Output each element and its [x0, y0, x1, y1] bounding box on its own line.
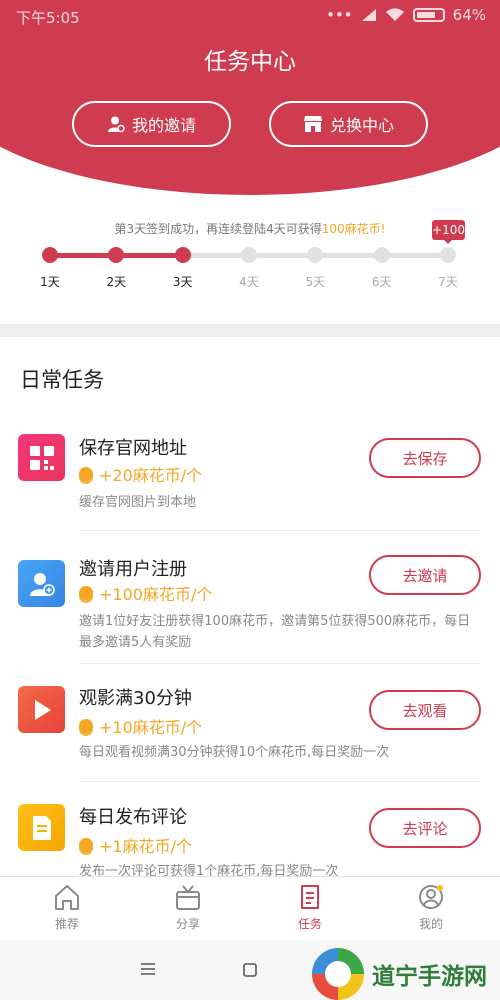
nav-label: 分享: [175, 917, 200, 931]
checkin-dot: [241, 247, 257, 263]
checkin-day-label: 7天: [438, 275, 458, 289]
nav-label: 我的: [418, 917, 443, 931]
exchange-center-button[interactable]: 兑换中心: [269, 101, 428, 147]
checkin-dot: [373, 247, 390, 263]
battery-level: 64%: [452, 6, 486, 24]
task-title: 邀请用户注册: [79, 559, 187, 580]
document-icon: [18, 804, 65, 851]
daily-tasks-title: 日常任务: [20, 368, 104, 392]
bonus-badge: +100: [432, 220, 465, 244]
battery-icon: [412, 8, 445, 22]
nav-label: 推荐: [54, 917, 79, 931]
checkin-day-label: 4天: [239, 275, 259, 289]
page-title: 任务中心: [204, 49, 296, 75]
status-time: 下午5:05: [16, 9, 80, 27]
task-separator: [79, 663, 481, 664]
my-invites-label: 我的邀请: [131, 116, 196, 135]
watermark-logo: [312, 948, 364, 1000]
task-title: 每日发布评论: [79, 807, 187, 828]
checkin-dot: [307, 247, 324, 263]
more-dots-icon: •••: [326, 6, 353, 24]
coin-icon: [79, 586, 93, 600]
checkin-reward-highlight: 100麻花币!: [321, 222, 386, 236]
watch-button[interactable]: 去观看: [369, 690, 481, 730]
nav-item-tasks[interactable]: 任务: [270, 883, 350, 932]
task-reward: +20麻花币/个: [79, 462, 202, 486]
home-icon: [55, 885, 79, 910]
play-icon: [18, 686, 65, 733]
nav-item-share[interactable]: 分享: [148, 883, 228, 932]
checkin-dot: [440, 247, 456, 263]
status-bar: 下午5:05 ••• 64%: [0, 0, 500, 32]
checkin-day-label: 5天: [305, 275, 326, 289]
task-description: 缓存官网图片到本地: [79, 495, 197, 510]
save-button[interactable]: 去保存: [369, 438, 481, 478]
nav-item-recommend[interactable]: 推荐: [27, 883, 107, 932]
checkin-message-text: 第3天签到成功，再连续登陆4天可获得: [114, 222, 322, 236]
watermark: 道宁手游网: [312, 948, 487, 1000]
bottom-navigation: 推荐 分享 任务 我的: [0, 876, 500, 940]
my-invites-button[interactable]: 我的邀请: [72, 101, 231, 147]
task-reward: +1麻花币/个: [79, 833, 192, 857]
checkin-day-label: 3天: [172, 275, 193, 289]
coin-icon: [79, 838, 93, 852]
task-reward: +100麻花币/个: [79, 581, 212, 605]
menu-icon[interactable]: [140, 962, 156, 976]
checkin-dot: [108, 247, 125, 263]
task-reward-label: +100麻花币/个: [99, 585, 213, 604]
store-icon: [303, 116, 322, 132]
task-reward: +10麻花币/个: [79, 714, 202, 738]
nav-label: 任务: [297, 917, 322, 931]
task-title: 观影满30分钟: [79, 688, 192, 709]
coin-icon: [79, 719, 93, 733]
nav-item-profile[interactable]: 我的: [391, 883, 471, 932]
task-reward-label: +1麻花币/个: [99, 837, 192, 856]
exchange-center-label: 兑换中心: [329, 116, 394, 135]
checkin-message: 第3天签到成功，再连续登陆4天可获得100麻花币!: [0, 220, 500, 237]
task-separator: [79, 781, 481, 782]
qr-code-icon: [18, 434, 65, 481]
home-square-icon[interactable]: [242, 962, 258, 978]
user-invite-icon: [107, 116, 125, 133]
wifi-icon: [385, 8, 404, 21]
task-list-icon: [301, 885, 319, 909]
checkin-day-label: 2天: [106, 275, 127, 289]
task-description: 邀请1位好友注册获得100麻花币，邀请第5位获得500麻花币，每日最多邀请5人有…: [79, 614, 471, 650]
watermark-text: 道宁手游网: [372, 964, 487, 990]
comment-button[interactable]: 去评论: [369, 808, 481, 848]
signal-icon: [361, 9, 376, 21]
section-divider: [0, 324, 500, 337]
task-separator: [79, 530, 481, 531]
checkin-day-label: 6天: [371, 275, 392, 289]
task-description: 每日观看视频满30分钟获得10个麻花币,每日奖励一次: [79, 745, 390, 760]
task-reward-label: +10麻花币/个: [99, 718, 203, 737]
checkin-dot: [42, 247, 58, 263]
profile-icon: [419, 885, 443, 909]
checkin-dot: [174, 247, 191, 263]
checkin-day-label: 1天: [40, 275, 60, 289]
add-user-icon: [18, 560, 65, 607]
header: 下午5:05 ••• 64% 任务中心 我的邀请 兑换中心: [0, 0, 500, 205]
invite-button[interactable]: 去邀请: [369, 555, 481, 595]
task-title: 保存官网地址: [79, 438, 187, 459]
status-icons: ••• 64%: [326, 6, 486, 24]
task-reward-label: +20麻花币/个: [99, 466, 203, 485]
coin-icon: [79, 467, 93, 481]
gift-box-icon: [176, 885, 200, 910]
